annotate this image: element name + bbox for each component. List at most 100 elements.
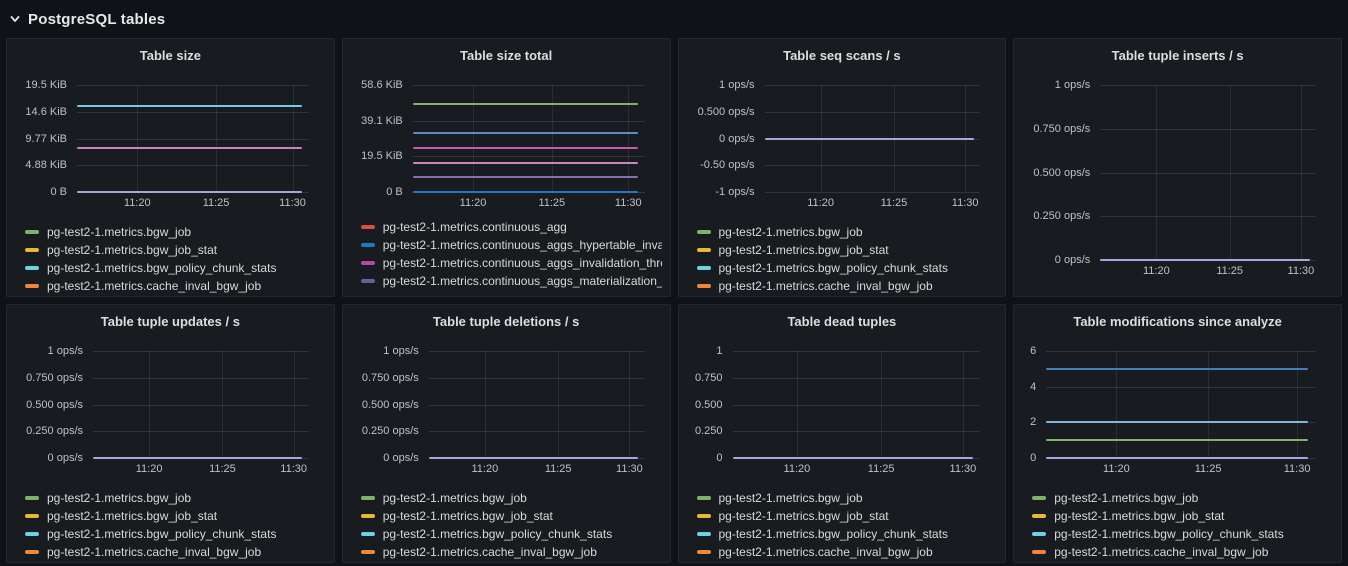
legend-item[interactable]: pg-test2-1.metrics.bgw_policy_chunk_stat…	[361, 525, 662, 543]
legend-item[interactable]: pg-test2-1.metrics.bgw_job	[25, 223, 326, 241]
chart-plot[interactable]	[93, 351, 309, 458]
chart-plot[interactable]	[1100, 85, 1316, 260]
panel-title[interactable]: Table size total	[351, 45, 662, 67]
legend-item[interactable]: pg-test2-1.metrics.cache_inval_bgw_job	[25, 543, 326, 561]
panel-title[interactable]: Table dead tuples	[687, 311, 998, 333]
legend-item[interactable]: pg-test2-1.metrics.bgw_job_stat	[361, 507, 662, 525]
panel-title[interactable]: Table tuple updates / s	[15, 311, 326, 333]
y-tick-label: 0.750 ops/s	[1033, 123, 1090, 135]
panel-grid: Table size 19.5 KiB14.6 KiB9.77 KiB4.88 K…	[6, 38, 1342, 563]
grid-line-v	[797, 351, 798, 458]
legend-item[interactable]: pg-test2-1.metrics.bgw_job_stat	[697, 507, 998, 525]
panel-title[interactable]: Table tuple deletions / s	[351, 311, 662, 333]
y-tick-label: 4.88 KiB	[25, 159, 67, 171]
chart-area: 19.5 KiB14.6 KiB9.77 KiB4.88 KiB0 B11:20…	[15, 85, 326, 211]
legend-item[interactable]: pg-test2-1.metrics.bgw_policy_chunk_stat…	[25, 259, 326, 277]
chart-plot[interactable]	[429, 351, 645, 458]
chart-plot[interactable]	[733, 351, 981, 458]
grid-line-v	[137, 85, 138, 192]
legend-swatch	[361, 261, 375, 265]
x-tick-label: 11:30	[1288, 265, 1315, 277]
legend-item[interactable]: pg-test2-1.metrics.bgw_job_stat	[25, 507, 326, 525]
x-tick-label: 11:20	[1143, 265, 1170, 277]
legend-item[interactable]: pg-test2-1.metrics.bgw_policy_chunk_stat…	[25, 525, 326, 543]
x-tick-label: 11:25	[1195, 463, 1222, 475]
panel-title[interactable]: Table tuple inserts / s	[1022, 45, 1333, 67]
legend-label: pg-test2-1.metrics.cache_inval_bgw_job	[719, 279, 933, 293]
legend-item[interactable]: pg-test2-1.metrics.cache_inval_bgw_job	[697, 543, 998, 561]
y-tick-label: 1 ops/s	[1055, 79, 1090, 91]
legend-item[interactable]: pg-test2-1.metrics.bgw_job	[1032, 489, 1333, 507]
y-tick-label: 1	[716, 345, 722, 357]
legend-item[interactable]: pg-test2-1.metrics.continuous_aggs_mater…	[361, 272, 662, 290]
y-axis: 58.6 KiB39.1 KiB19.5 KiB0 B	[351, 85, 413, 192]
legend-item[interactable]: pg-test2-1.metrics.cache_inval_bgw_job	[1032, 543, 1333, 561]
legend-item[interactable]: pg-test2-1.metrics.continuous_aggs_hyper…	[361, 236, 662, 254]
legend-item[interactable]: pg-test2-1.metrics.bgw_job	[25, 489, 326, 507]
legend-swatch	[697, 284, 711, 288]
y-tick-label: -1 ops/s	[715, 186, 754, 198]
legend-label: pg-test2-1.metrics.bgw_job_stat	[719, 243, 889, 257]
legend-item[interactable]: pg-test2-1.metrics.bgw_policy_chunk_stat…	[697, 525, 998, 543]
legend-item[interactable]: pg-test2-1.metrics.bgw_policy_chunk_stat…	[1032, 525, 1333, 543]
panel-title[interactable]: Table size	[15, 45, 326, 67]
grid-line-v	[149, 351, 150, 458]
legend: pg-test2-1.metrics.bgw_job pg-test2-1.met…	[15, 489, 326, 561]
legend-swatch	[1032, 550, 1046, 554]
legend-swatch	[361, 514, 375, 518]
legend-swatch	[25, 284, 39, 288]
panel-title[interactable]: Table seq scans / s	[687, 45, 998, 67]
x-axis: 11:2011:2511:30	[429, 461, 645, 477]
y-axis: 1 ops/s0.750 ops/s0.500 ops/s0.250 ops/s…	[15, 351, 93, 458]
panel-table-modifications-since-analyze: Table modifications since analyze642011:…	[1013, 304, 1342, 563]
grid-line-h	[77, 85, 309, 86]
legend-item[interactable]: pg-test2-1.metrics.bgw_job_stat	[25, 241, 326, 259]
legend-item[interactable]: pg-test2-1.metrics.bgw_policy_chunk_stat…	[697, 259, 998, 277]
x-tick-label: 11:30	[616, 463, 643, 475]
legend-label: pg-test2-1.metrics.bgw_job_stat	[719, 509, 889, 523]
grid-line-h	[1046, 387, 1316, 388]
y-axis: 10.7500.5000.2500	[687, 351, 733, 458]
section-header-postgresql-tables[interactable]: PostgreSQL tables	[0, 0, 1348, 38]
legend-item[interactable]: pg-test2-1.metrics.cache_inval_bgw_job	[25, 277, 326, 295]
chart-right: 11:2011:2511:30	[413, 85, 662, 211]
legend-label: pg-test2-1.metrics.continuous_aggs_mater…	[383, 274, 662, 288]
y-tick-label: 0.250 ops/s	[1033, 210, 1090, 222]
legend-label: pg-test2-1.metrics.bgw_job_stat	[47, 509, 217, 523]
chart-plot[interactable]	[765, 85, 981, 192]
panel-title[interactable]: Table modifications since analyze	[1022, 311, 1333, 333]
legend-label: pg-test2-1.metrics.cache_inval_bgw_job	[719, 545, 933, 559]
legend-item[interactable]: pg-test2-1.metrics.bgw_job	[697, 489, 998, 507]
grid-line-h	[429, 351, 645, 352]
x-tick-label: 11:30	[950, 463, 977, 475]
grid-line-v	[216, 85, 217, 192]
legend-item[interactable]: pg-test2-1.metrics.continuous_aggs_inval…	[361, 254, 662, 272]
x-tick-label: 11:30	[280, 463, 307, 475]
series-line	[77, 147, 302, 149]
y-tick-label: 1 ops/s	[719, 79, 754, 91]
legend-item[interactable]: pg-test2-1.metrics.cache_inval_bgw_job	[697, 277, 998, 295]
legend-label: pg-test2-1.metrics.cache_inval_bgw_job	[47, 279, 261, 293]
chart-right: 11:2011:2511:30	[93, 351, 326, 477]
chart-plot[interactable]	[1046, 351, 1316, 458]
series-line	[429, 457, 638, 459]
panel-table-size: Table size 19.5 KiB14.6 KiB9.77 KiB4.88 K…	[6, 38, 335, 297]
grid-line-h	[93, 405, 309, 406]
panel-table-dead-tuples: Table dead tuples10.7500.5000.250011:201…	[678, 304, 1007, 563]
legend-item[interactable]: pg-test2-1.metrics.bgw_job_stat	[1032, 507, 1333, 525]
legend-item[interactable]: pg-test2-1.metrics.continuous_agg	[361, 218, 662, 236]
legend-swatch	[25, 514, 39, 518]
chart-plot[interactable]	[77, 85, 309, 192]
x-tick-label: 11:25	[203, 197, 230, 209]
legend-item[interactable]: pg-test2-1.metrics.bgw_job	[697, 223, 998, 241]
legend-label: pg-test2-1.metrics.continuous_agg	[383, 220, 567, 234]
grid-line-h	[93, 351, 309, 352]
legend-swatch	[697, 532, 711, 536]
grid-line-h	[765, 165, 981, 166]
legend-item[interactable]: pg-test2-1.metrics.bgw_job	[361, 489, 662, 507]
legend-item[interactable]: pg-test2-1.metrics.cache_inval_bgw_job	[361, 543, 662, 561]
chart-plot[interactable]	[413, 85, 645, 192]
legend-item[interactable]: pg-test2-1.metrics.bgw_job_stat	[697, 241, 998, 259]
x-axis: 11:2011:2511:30	[93, 461, 309, 477]
grid-line-h	[765, 112, 981, 113]
